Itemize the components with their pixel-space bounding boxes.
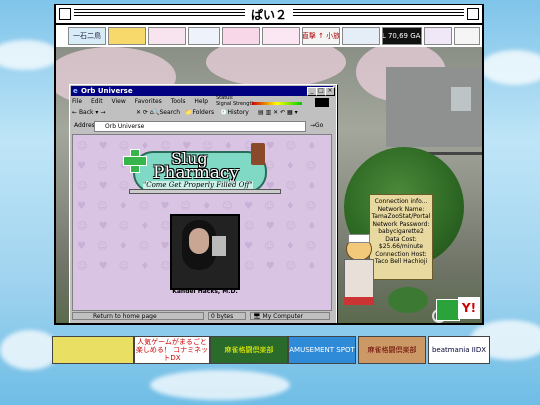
status-bytes: 0 bytes bbox=[208, 312, 246, 320]
menu-help[interactable]: Help bbox=[194, 98, 208, 105]
top-ad[interactable] bbox=[262, 27, 300, 45]
back-button[interactable]: ← Back ▾ → bbox=[72, 109, 105, 116]
green-app-icon[interactable] bbox=[436, 299, 460, 321]
connection-info-sign: Connection info... Network Name: TamaZoo… bbox=[369, 194, 433, 280]
top-ad[interactable] bbox=[222, 27, 260, 45]
bottom-ad-beatmania[interactable]: beatmania IIDX bbox=[428, 336, 490, 364]
logo-line2: Pharmacy bbox=[153, 163, 240, 183]
sign-line: Network Name: bbox=[377, 205, 425, 213]
top-ad[interactable]: ALL 70,69 GAME bbox=[382, 27, 422, 45]
cloud bbox=[150, 370, 290, 400]
top-ad[interactable] bbox=[424, 27, 452, 45]
menu-view[interactable]: View bbox=[112, 98, 126, 105]
sign-line: $25.66/minute bbox=[378, 243, 424, 250]
building-window bbox=[451, 87, 471, 111]
top-ad[interactable] bbox=[454, 27, 480, 45]
syringe-icon bbox=[129, 189, 281, 194]
sign-line: Network Password: bbox=[372, 220, 430, 228]
go-button[interactable]: →Go bbox=[310, 122, 323, 129]
browser-window: e Orb Universe _ □ × File Edit View Favo… bbox=[69, 84, 337, 323]
signal-bar bbox=[252, 102, 302, 105]
top-ad[interactable]: 一石二鳥 bbox=[68, 27, 106, 45]
browser-title: Orb Universe bbox=[81, 87, 133, 95]
top-ad[interactable] bbox=[148, 27, 186, 45]
window-titlebar[interactable]: ぱい２ bbox=[56, 5, 482, 25]
menu-edit[interactable]: Edit bbox=[91, 98, 103, 105]
menu-bar: File Edit View Favorites Tools Help bbox=[72, 98, 215, 105]
throbber-icon bbox=[315, 98, 329, 107]
bottom-ad-mahjong-2[interactable]: 麻雀格闘倶楽部 bbox=[358, 336, 426, 364]
sign-line: babycigarette2 bbox=[378, 228, 424, 235]
cloud bbox=[0, 40, 60, 70]
history-button[interactable]: 🕘History bbox=[220, 109, 249, 116]
address-input[interactable]: Orb Universe bbox=[94, 121, 306, 132]
bottom-ad-konami[interactable]: 人気ゲームがまるごと楽しめる！ コナミネットDX bbox=[134, 336, 210, 364]
portrait-photo bbox=[170, 214, 240, 290]
top-ad[interactable] bbox=[342, 27, 380, 45]
menu-tools[interactable]: Tools bbox=[171, 98, 186, 105]
page-content: ☺ ♥ ☺ ♦ ☺ ♥ ☺ ♦ ☺ ♥ ☺ ♦ ♥ ☺ ♦ ☺ ♥ ☺ ♦ ☺ … bbox=[72, 134, 332, 311]
photo-caption: Kandel Hacks, M.D. bbox=[172, 288, 238, 295]
top-ad-bar: 一石二鳥 直撃 ↑ 小旅 ALL 70,69 GAME bbox=[56, 25, 482, 47]
pill-bottle-icon bbox=[251, 143, 265, 165]
menu-file[interactable]: File bbox=[72, 98, 82, 105]
slug-pharmacy-logo: Slug Pharmacy "Come Get Properly Filled … bbox=[123, 143, 281, 203]
close-button[interactable]: × bbox=[325, 87, 335, 96]
nurse-mascot[interactable] bbox=[338, 234, 378, 312]
status-bar: Return to home page 0 bytes 🖥 My Compute… bbox=[72, 312, 332, 321]
bush bbox=[388, 287, 428, 313]
sign-line: Connection info... bbox=[374, 198, 428, 205]
sign-line: Taco Bell Hachioji bbox=[374, 258, 428, 265]
top-ad[interactable] bbox=[108, 27, 146, 45]
address-value: Orb Universe bbox=[105, 123, 145, 130]
sign-line: Connection Host: bbox=[375, 250, 427, 258]
top-ad[interactable] bbox=[188, 27, 220, 45]
status-zone: 🖥 My Computer bbox=[250, 312, 330, 320]
bottom-ad-amusement[interactable]: AMUSEMENT SPOT bbox=[288, 336, 356, 364]
green-cross-icon bbox=[123, 149, 147, 173]
yahoo-logo-icon[interactable]: Y! bbox=[458, 297, 480, 319]
top-ad[interactable]: 直撃 ↑ 小旅 bbox=[302, 27, 340, 45]
toolbar-icons[interactable]: ▤ ▥ ✕ ↶ ▦ ▾ bbox=[258, 109, 298, 116]
signal-panel: Status: Signal Strength: bbox=[216, 95, 256, 107]
bottom-ad-mahjong[interactable]: 麻雀格闘倶楽部 bbox=[210, 336, 288, 364]
sign-line: Data Cost: bbox=[385, 235, 417, 243]
zoom-box-icon[interactable] bbox=[467, 8, 479, 20]
portrait-phone bbox=[212, 236, 226, 256]
address-bar: Address Orb Universe →Go bbox=[72, 121, 332, 132]
sign-line: TamaZooStat/Portal bbox=[371, 213, 431, 220]
folders-button[interactable]: 📁Folders bbox=[185, 109, 214, 116]
cherry-blossom bbox=[206, 47, 346, 87]
cloud bbox=[480, 50, 540, 85]
browser-titlebar[interactable]: e Orb Universe _ □ × bbox=[71, 86, 335, 96]
background-photo: e Orb Universe _ □ × File Edit View Favo… bbox=[56, 47, 482, 323]
ie-icon: e bbox=[73, 87, 78, 95]
menu-favorites[interactable]: Favorites bbox=[135, 98, 162, 105]
search-button[interactable]: 🔍Search bbox=[152, 109, 180, 116]
main-window: ぱい２ 一石二鳥 直撃 ↑ 小旅 ALL 70,69 GAME e Orb Un… bbox=[54, 4, 484, 325]
cloud bbox=[0, 330, 60, 370]
window-title: ぱい２ bbox=[244, 8, 293, 22]
logo-tagline: "Come Get Properly Filled Off" bbox=[143, 181, 253, 189]
bottom-ad[interactable] bbox=[52, 336, 134, 364]
signal-strength-label: Signal Strength: bbox=[216, 101, 257, 107]
portrait-face bbox=[189, 228, 209, 254]
status-text: Return to home page bbox=[72, 312, 204, 320]
